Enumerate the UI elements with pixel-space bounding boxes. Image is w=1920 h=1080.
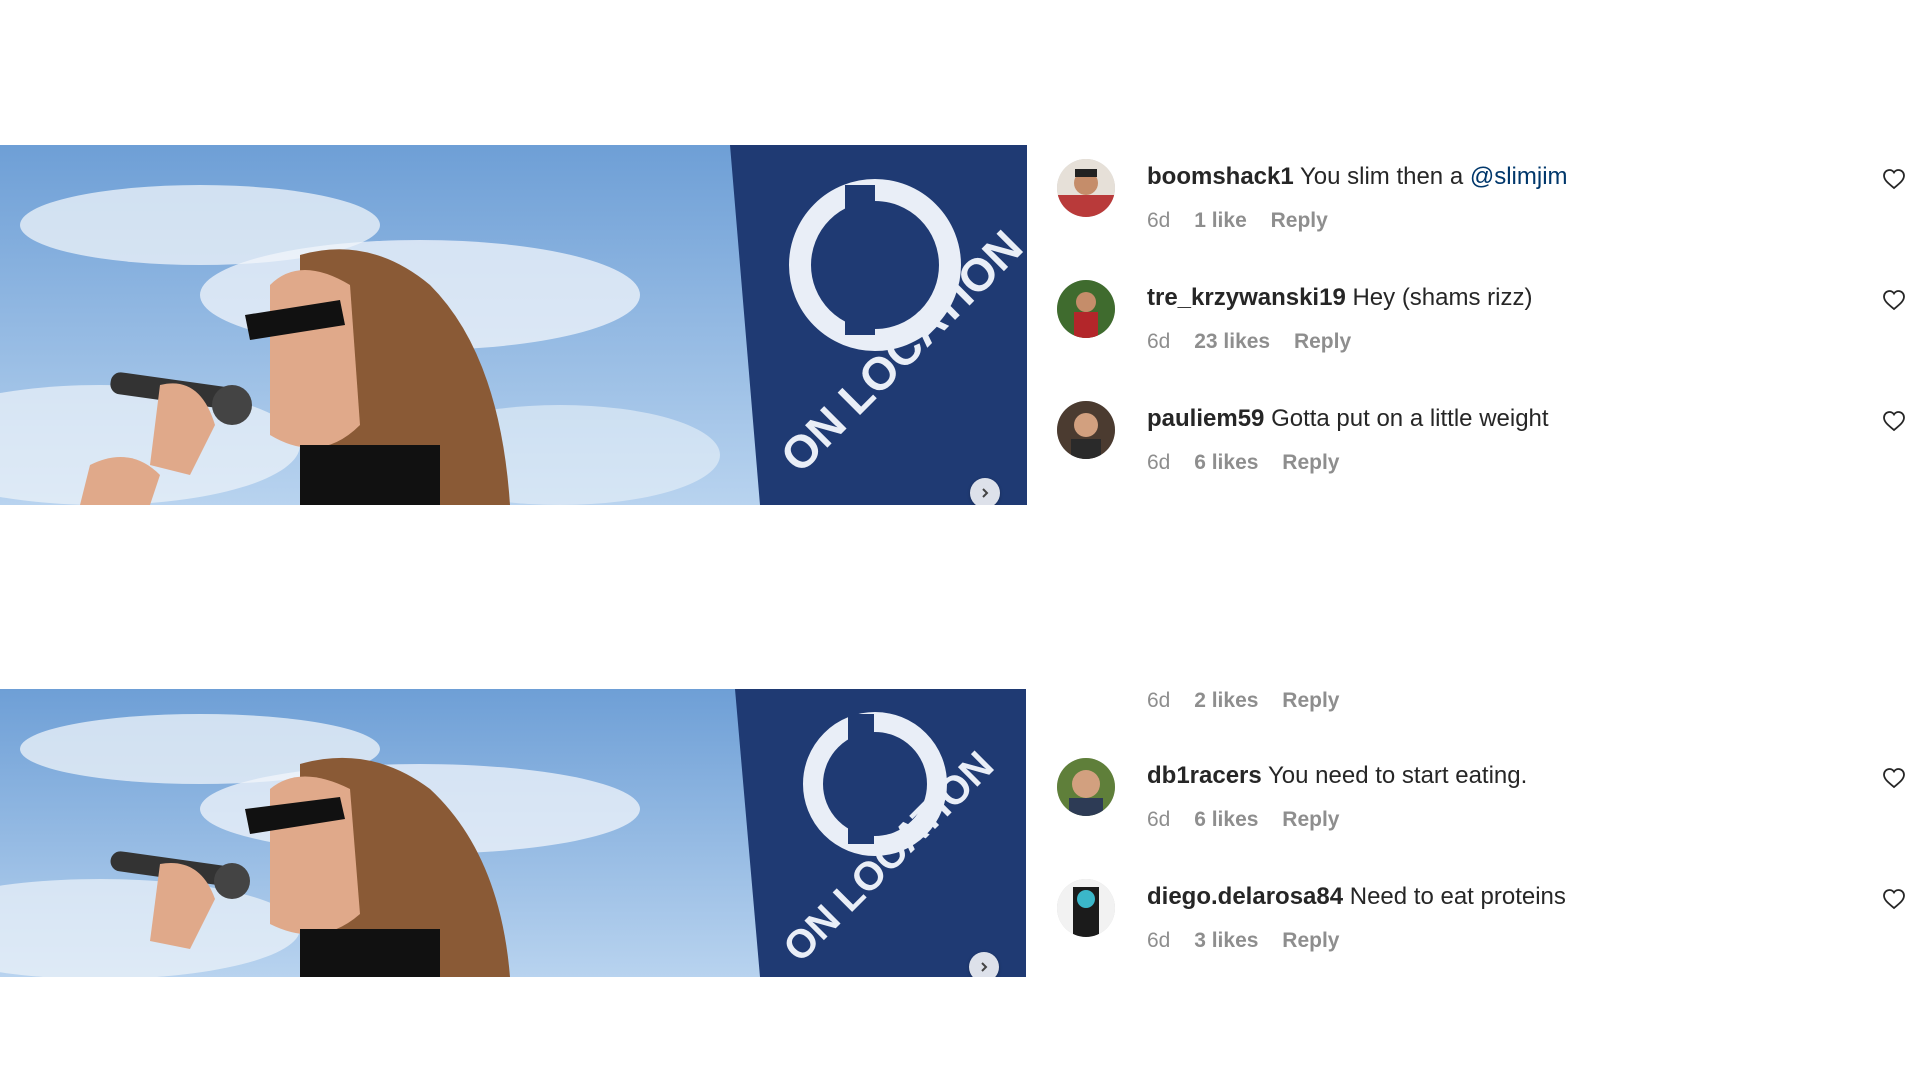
comment-time: 6d: [1147, 330, 1171, 353]
like-heart-icon[interactable]: [1882, 887, 1906, 911]
chevron-right-icon: [981, 962, 988, 972]
carousel-next-button[interactable]: [969, 952, 999, 977]
comment-time: 6d: [1147, 929, 1171, 952]
comment-meta: 6d 2 likes Reply: [1147, 688, 1357, 714]
avatar[interactable]: [1057, 401, 1115, 459]
comment-meta: 6d 3 likes Reply: [1147, 928, 1357, 954]
comment-text-line: tre_krzywanski19 Hey (shams rizz): [1147, 283, 1532, 313]
comment-likes[interactable]: 6 likes: [1194, 808, 1258, 831]
like-heart-icon[interactable]: [1882, 766, 1906, 790]
avatar-shirt: [1057, 195, 1115, 217]
avatar[interactable]: [1057, 159, 1115, 217]
comment-mention[interactable]: @slimjim: [1470, 163, 1568, 190]
comment-item: boomshack1 You slim then a @slimjim 6d 1…: [1056, 145, 1916, 235]
chevron-right-icon: [982, 488, 989, 498]
reply-button[interactable]: Reply: [1282, 689, 1339, 712]
comment-meta: 6d 23 likes Reply: [1147, 329, 1369, 355]
reply-button[interactable]: Reply: [1282, 451, 1339, 474]
comment-item: diego.delarosa84 Need to eat proteins 6d…: [1056, 865, 1916, 955]
comment-meta: 6d 6 likes Reply: [1147, 807, 1357, 833]
comment-time: 6d: [1147, 808, 1171, 831]
comment-text-line: pauliem59 Gotta put on a little weight: [1147, 404, 1549, 434]
comment-time: 6d: [1147, 209, 1171, 232]
like-heart-icon[interactable]: [1882, 409, 1906, 433]
post-image-bottom[interactable]: ON LOCATION: [0, 689, 1026, 977]
reply-button[interactable]: Reply: [1271, 209, 1328, 232]
comment-time: 6d: [1147, 689, 1171, 712]
comment-item: tre_krzywanski19 Hey (shams rizz) 6d 23 …: [1056, 266, 1916, 356]
comment-likes[interactable]: 6 likes: [1194, 451, 1258, 474]
reply-button[interactable]: Reply: [1282, 929, 1339, 952]
post-image-top[interactable]: ON LOCATION: [0, 145, 1027, 505]
comment-username[interactable]: pauliem59: [1147, 405, 1264, 432]
comment-username[interactable]: diego.delarosa84: [1147, 883, 1343, 910]
comment-meta: 6d 1 like Reply: [1147, 208, 1346, 234]
comment-likes[interactable]: 2 likes: [1194, 689, 1258, 712]
comment-item: pauliem59 Gotta put on a little weight 6…: [1056, 387, 1916, 477]
carousel-next-button[interactable]: [970, 478, 1000, 505]
comment-likes[interactable]: 23 likes: [1194, 330, 1270, 353]
comment-username[interactable]: tre_krzywanski19: [1147, 284, 1346, 311]
like-heart-icon[interactable]: [1882, 288, 1906, 312]
comment-text-line: boomshack1 You slim then a @slimjim: [1147, 162, 1568, 192]
avatar[interactable]: [1057, 280, 1115, 338]
reply-button[interactable]: Reply: [1282, 808, 1339, 831]
avatar[interactable]: [1057, 879, 1115, 937]
concert-photo: ON LOCATION: [0, 145, 1027, 505]
reply-button[interactable]: Reply: [1294, 330, 1351, 353]
concert-photo: ON LOCATION: [0, 689, 1026, 977]
comment-likes[interactable]: 1 like: [1194, 209, 1247, 232]
comment-username[interactable]: db1racers: [1147, 762, 1262, 789]
comment-text-line: db1racers You need to start eating.: [1147, 761, 1527, 791]
comment-body: Gotta put on a little weight: [1271, 405, 1549, 432]
comment-time: 6d: [1147, 451, 1171, 474]
like-heart-icon[interactable]: [1882, 167, 1906, 191]
comment-username[interactable]: boomshack1: [1147, 163, 1294, 190]
comment-likes[interactable]: 3 likes: [1194, 929, 1258, 952]
comment-meta: 6d 6 likes Reply: [1147, 450, 1357, 476]
comment-body: You slim then a: [1299, 163, 1470, 190]
avatar[interactable]: [1057, 758, 1115, 816]
comment-item: db1racers You need to start eating. 6d 6…: [1056, 744, 1916, 834]
comment-text-line: diego.delarosa84 Need to eat proteins: [1147, 882, 1566, 912]
comment-body: Hey (shams rizz): [1352, 284, 1533, 311]
comment-body: Need to eat proteins: [1349, 883, 1566, 910]
comment-body: You need to start eating.: [1267, 762, 1528, 789]
